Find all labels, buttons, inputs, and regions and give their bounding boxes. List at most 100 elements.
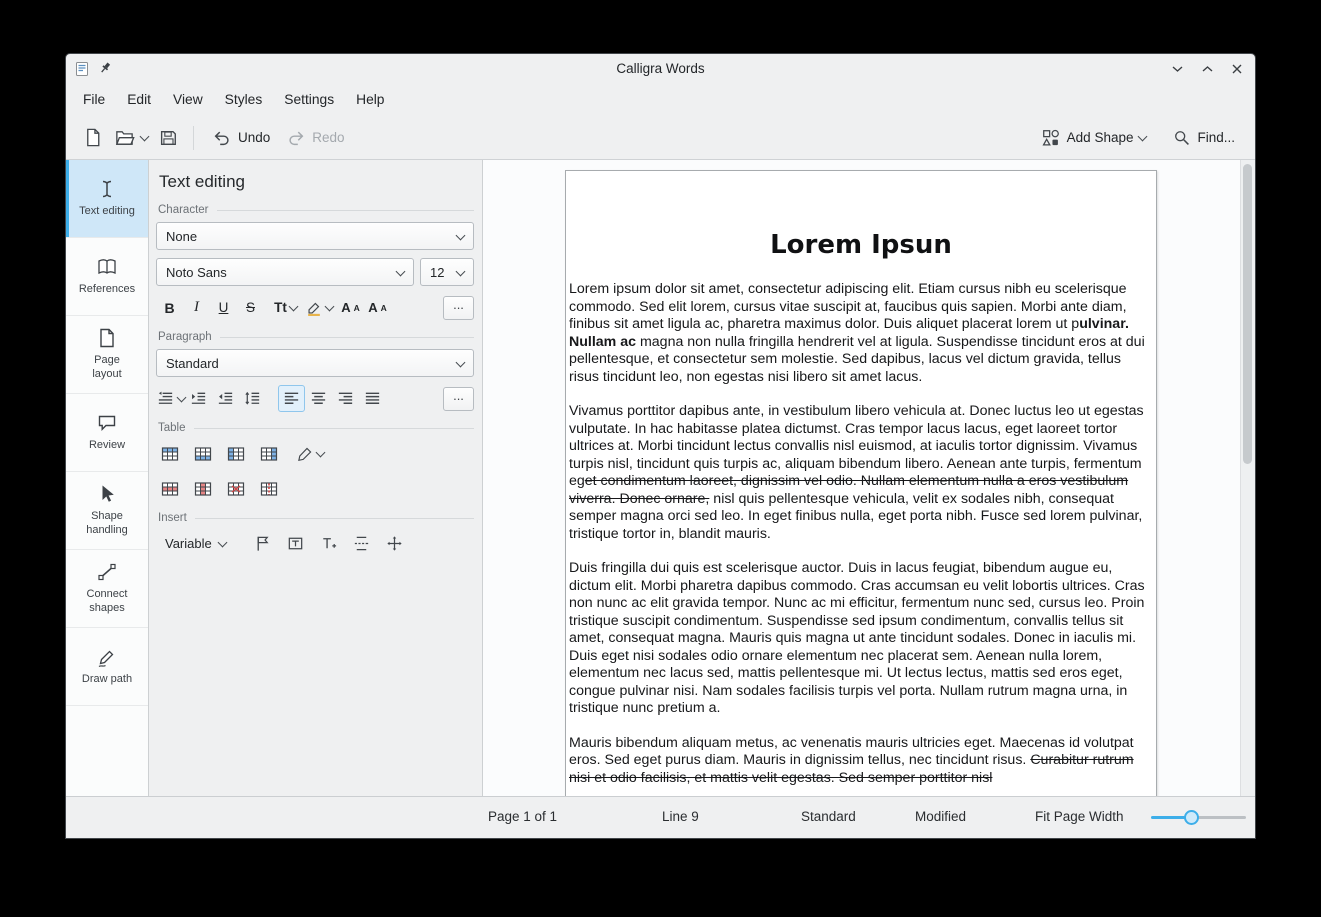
pointer-icon (96, 483, 118, 505)
speech-bubble-icon (96, 412, 118, 434)
minimize-button[interactable] (1167, 59, 1187, 79)
align-left-icon (282, 389, 301, 408)
sidebar-item-review[interactable]: Review (66, 394, 148, 472)
sidebar-item-text-editing[interactable]: Text editing (66, 160, 148, 238)
close-button[interactable] (1227, 59, 1247, 79)
paragraph[interactable]: Vivamus porttitor dapibus ante, in vesti… (569, 403, 1153, 543)
vertical-scrollbar[interactable] (1240, 160, 1255, 796)
font-family-select[interactable]: Noto Sans (156, 258, 414, 286)
chevron-down-icon (456, 230, 466, 240)
highlighter-icon (305, 299, 323, 317)
table-border-pen-button[interactable] (296, 440, 324, 467)
line-indicator: Line 9 (662, 809, 699, 824)
paragraph[interactable]: Mauris bibendum aliquam metus, ac venena… (569, 735, 1153, 788)
subscript-button[interactable]: AA (364, 294, 391, 321)
sidebar-item-connect-shapes[interactable]: Connect shapes (66, 550, 148, 628)
paragraph[interactable]: Lorem ipsum dolor sit amet, consectetur … (569, 281, 1153, 386)
underline-button[interactable]: U (210, 294, 237, 321)
panel-title: Text editing (159, 172, 474, 192)
redo-button[interactable]: Redo (278, 124, 352, 152)
indent-decrease-button[interactable] (212, 385, 239, 412)
document-page[interactable]: Lorem Ipsun Lorem ipsum dolor sit amet, … (565, 170, 1157, 796)
page-indicator: Page 1 of 1 (488, 809, 557, 824)
menu-view[interactable]: View (162, 87, 214, 112)
superscript-button[interactable]: AA (337, 294, 364, 321)
insert-column-left-button[interactable] (222, 440, 249, 467)
indent-increase-button[interactable] (185, 385, 212, 412)
menu-styles[interactable]: Styles (214, 87, 274, 112)
insert-column-right-button[interactable] (255, 440, 282, 467)
highlight-color-button[interactable] (305, 294, 333, 321)
paragraph-format-button[interactable] (156, 385, 185, 412)
new-document-button[interactable] (78, 123, 109, 152)
insert-text-frame-button[interactable] (282, 530, 309, 557)
paragraph-style-select[interactable]: Standard (156, 349, 474, 377)
document-canvas[interactable]: Lorem Ipsun Lorem ipsum dolor sit amet, … (483, 160, 1255, 796)
sidebar-item-shape-handling[interactable]: Shape handling (66, 472, 148, 550)
insert-bookmark-button[interactable] (249, 530, 276, 557)
text-frame-icon (286, 534, 305, 553)
page-break-icon (352, 534, 371, 553)
strikethrough-button[interactable]: S (237, 294, 264, 321)
save-button[interactable] (153, 124, 183, 152)
bold-button[interactable]: B (156, 294, 183, 321)
line-spacing-button[interactable] (239, 385, 266, 412)
align-justify-button[interactable] (359, 385, 386, 412)
align-right-button[interactable] (332, 385, 359, 412)
tool-options-panel: Text editing Character None Noto Sans 12 (149, 160, 483, 796)
insert-anchor-button[interactable] (381, 530, 408, 557)
document-heading[interactable]: Lorem Ipsun (569, 230, 1153, 260)
character-style-select[interactable]: None (156, 222, 474, 250)
add-shape-label: Add Shape (1067, 130, 1134, 145)
calligra-words-window: Calligra Words File Edit View Styles Set… (65, 53, 1256, 839)
delete-column-button[interactable] (189, 475, 216, 502)
zoom-mode-button[interactable]: Fit Page Width (1035, 809, 1124, 824)
open-document-button[interactable] (109, 123, 153, 152)
zoom-slider[interactable] (1151, 797, 1246, 838)
align-justify-icon (363, 389, 382, 408)
maximize-button[interactable] (1197, 59, 1217, 79)
undo-icon (212, 128, 232, 148)
redo-label: Redo (312, 130, 344, 145)
document-body[interactable]: Lorem ipsum dolor sit amet, consectetur … (569, 281, 1153, 787)
pencil-icon (96, 646, 118, 668)
chevron-down-icon (288, 302, 298, 312)
sidebar-item-page-layout[interactable]: Page layout (66, 316, 148, 394)
italic-button[interactable]: I (183, 294, 210, 321)
sidebar-item-references[interactable]: References (66, 238, 148, 316)
find-button[interactable]: Find... (1164, 124, 1243, 151)
pin-icon[interactable] (98, 61, 113, 76)
chevron-down-icon (217, 538, 227, 548)
insert-row-below-button[interactable] (189, 440, 216, 467)
menu-settings[interactable]: Settings (273, 87, 345, 112)
open-document-icon (114, 127, 135, 148)
page-icon (96, 327, 118, 349)
undo-button[interactable]: Undo (204, 124, 278, 152)
main-toolbar: Undo Redo Add Shape Find... (66, 116, 1255, 160)
change-case-button[interactable]: Tt (272, 294, 299, 321)
titlebar[interactable]: Calligra Words (66, 54, 1255, 83)
split-cells-button[interactable] (255, 475, 282, 502)
font-size-select[interactable]: 12 (420, 258, 474, 286)
redo-icon (286, 128, 306, 148)
align-center-button[interactable] (305, 385, 332, 412)
sidebar-item-draw-path[interactable]: Draw path (66, 628, 148, 706)
add-shape-button[interactable]: Add Shape (1033, 124, 1155, 152)
insert-page-break-button[interactable] (348, 530, 375, 557)
chevron-down-icon (456, 266, 466, 276)
menu-edit[interactable]: Edit (116, 87, 162, 112)
paragraph[interactable]: Duis fringilla dui quis est scelerisque … (569, 560, 1153, 718)
more-character-options-button[interactable]: ... (443, 296, 474, 320)
more-paragraph-options-button[interactable]: ... (443, 387, 474, 411)
insert-variable-button[interactable]: Variable (156, 532, 235, 555)
insert-special-character-button[interactable] (315, 530, 342, 557)
scrollbar-thumb[interactable] (1243, 164, 1252, 464)
merge-cells-button[interactable] (222, 475, 249, 502)
zoom-slider-handle[interactable] (1184, 810, 1199, 825)
menu-file[interactable]: File (72, 87, 116, 112)
align-center-icon (309, 389, 328, 408)
align-left-button[interactable] (278, 385, 305, 412)
delete-row-button[interactable] (156, 475, 183, 502)
menu-help[interactable]: Help (345, 87, 395, 112)
insert-row-above-button[interactable] (156, 440, 183, 467)
